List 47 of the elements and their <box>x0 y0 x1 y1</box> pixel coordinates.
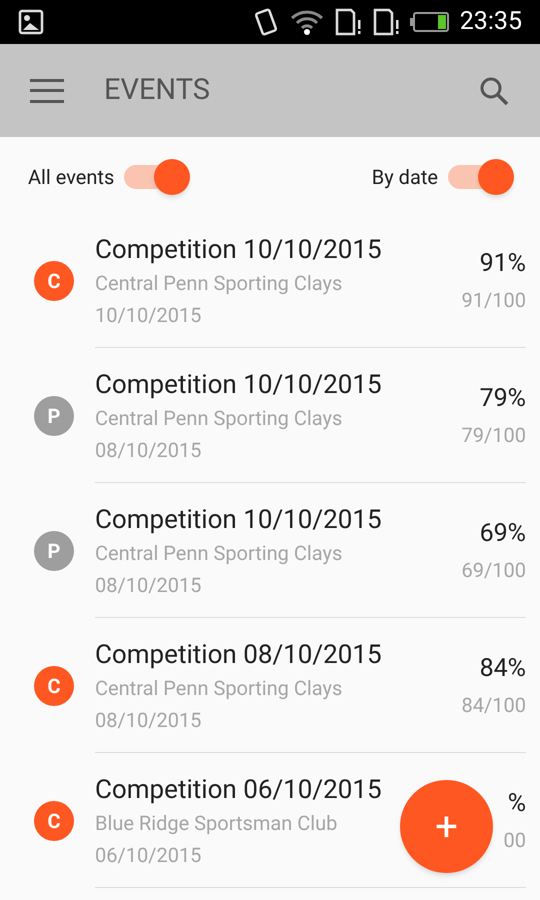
event-title: Competition 06/10/2015 <box>95 774 382 807</box>
event-venue: Central Penn Sporting Clays <box>95 540 342 567</box>
event-date: 08/10/2015 <box>95 707 202 734</box>
event-badge: C <box>34 800 74 840</box>
wifi-icon <box>290 8 324 36</box>
event-date: 08/10/2015 <box>95 437 202 464</box>
event-title: Competition 10/10/2015 <box>95 369 382 402</box>
sim-card-icon <box>372 8 400 36</box>
toggle-switch[interactable] <box>446 157 514 197</box>
menu-icon[interactable] <box>30 78 64 102</box>
event-date: 10/10/2015 <box>95 302 202 329</box>
event-score: 84/100 <box>462 692 526 719</box>
event-date: 06/10/2015 <box>95 842 202 869</box>
event-row[interactable]: C Competition 08/10/2015 Central Penn Sporting Clays 08/10/2015 84% 84/100 <box>0 618 540 753</box>
event-venue: Central Penn Sporting Clays <box>95 675 342 702</box>
event-score: 00 <box>504 827 526 854</box>
event-score: 79/100 <box>462 422 526 449</box>
event-title: Competition 10/10/2015 <box>95 234 382 267</box>
event-row[interactable]: C Competition 10/10/2015 Central Penn Sporting Clays 10/10/2015 91% 91/100 <box>0 213 540 348</box>
event-row[interactable]: P Competition 10/10/2015 Central Penn Sporting Clays 08/10/2015 79% 79/100 <box>0 348 540 483</box>
sim-card-icon <box>334 8 362 36</box>
event-percent: 69% <box>480 518 526 550</box>
clock: 23:35 <box>460 6 522 38</box>
toggle-switch[interactable] <box>122 157 190 197</box>
event-venue: Central Penn Sporting Clays <box>95 405 342 432</box>
event-row[interactable]: P Competition 10/10/2015 Central Penn Sporting Clays 08/10/2015 69% 69/100 <box>0 483 540 618</box>
image-icon <box>18 9 44 35</box>
battery-icon <box>410 11 450 33</box>
event-title: Competition 10/10/2015 <box>95 504 382 537</box>
event-venue: Blue Ridge Sportsman Club <box>95 810 338 837</box>
filter-label: By date <box>372 164 438 191</box>
event-percent: 84% <box>480 653 526 685</box>
event-date: 08/10/2015 <box>95 572 202 599</box>
filter-label: All events <box>28 164 114 191</box>
event-percent: 79% <box>480 383 526 415</box>
event-percent: 91% <box>480 248 526 280</box>
event-badge: P <box>34 396 74 436</box>
event-title: Competition 08/10/2015 <box>95 639 382 672</box>
event-score: 69/100 <box>462 557 526 584</box>
event-percent: % <box>508 788 526 820</box>
event-badge: P <box>34 530 74 570</box>
search-icon[interactable] <box>478 74 510 106</box>
app-title: EVENTS <box>104 72 212 109</box>
event-score: 91/100 <box>462 287 526 314</box>
event-venue: Central Penn Sporting Clays <box>95 270 342 297</box>
event-badge: C <box>34 260 74 300</box>
event-badge: C <box>34 666 74 706</box>
